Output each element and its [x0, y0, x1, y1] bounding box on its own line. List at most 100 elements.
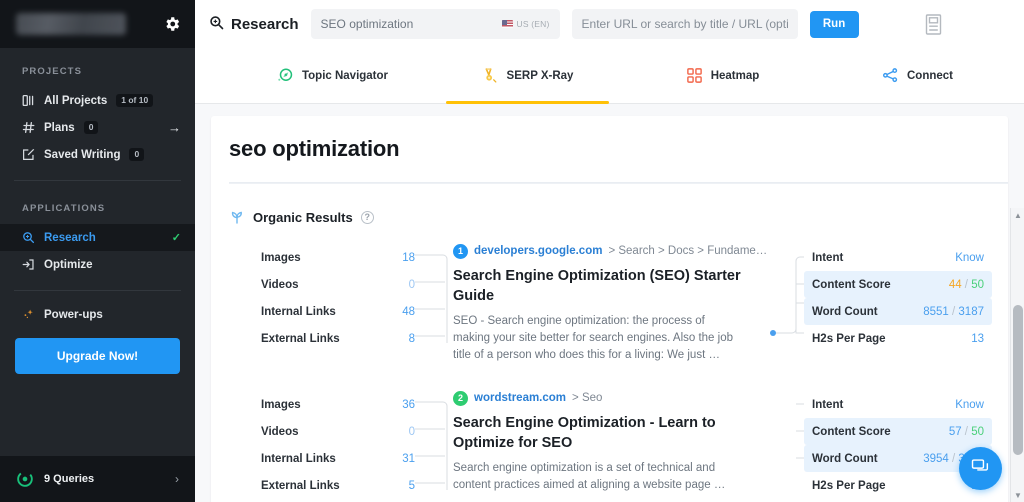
- article-layout-icon[interactable]: [925, 13, 942, 35]
- metric-row: H2s Per Page 13: [804, 325, 992, 352]
- metric-value: 48: [402, 305, 415, 318]
- word-count-value: 8551: [923, 305, 949, 318]
- metric-key: External Links: [261, 479, 340, 492]
- plans-arrow-icon[interactable]: →: [168, 121, 181, 134]
- optimize-export-icon: [22, 258, 35, 271]
- research-magnifier-icon: [22, 231, 35, 244]
- chevron-right-icon[interactable]: ›: [175, 472, 179, 486]
- metric-row: Content Score 44 / 50: [804, 271, 992, 298]
- page-title: Research: [209, 15, 299, 34]
- result-card: 2 wordstream.com > Seo Search Engine Opt…: [453, 388, 770, 494]
- metric-value: 13: [971, 332, 984, 345]
- result-breadcrumb: 2 wordstream.com > Seo: [453, 390, 770, 406]
- tab-topic-navigator[interactable]: Topic Navigator: [235, 48, 430, 103]
- tab-label: Connect: [907, 69, 953, 82]
- locale-selector[interactable]: US (EN): [501, 19, 550, 29]
- scrollbar-thumb[interactable]: [1013, 305, 1023, 455]
- sidebar: PROJECTS All Projects 1 of 10 Plans 0 → …: [0, 0, 195, 502]
- page-title-text: Research: [231, 15, 299, 33]
- right-connector-lines: [770, 388, 804, 502]
- metric-key: External Links: [261, 332, 340, 345]
- metric-key: Internal Links: [261, 452, 336, 465]
- left-metrics-panel: Images 36 Videos 0 Internal Links 31 Ext…: [219, 388, 415, 499]
- scroll-down-arrow-icon[interactable]: ▼: [1011, 488, 1024, 502]
- organic-results-header: Organic Results ?: [211, 183, 1008, 225]
- sidebar-item-label: All Projects: [44, 94, 108, 107]
- keyword-heading: seo optimization: [229, 136, 400, 161]
- sidebar-applications-label: APPLICATIONS: [22, 203, 106, 214]
- chat-bubble-icon: [971, 457, 990, 481]
- sidebar-item-label: Power-ups: [44, 308, 103, 321]
- sidebar-item-saved-writing[interactable]: Saved Writing 0: [0, 141, 195, 168]
- right-connector-lines: [770, 241, 804, 366]
- metric-row: Videos 0: [261, 418, 415, 445]
- sidebar-item-optimize[interactable]: Optimize: [0, 251, 195, 278]
- tab-serp-x-ray[interactable]: SERP X-Ray: [430, 48, 625, 104]
- result-row: Images 36 Videos 0 Internal Links 31 Ext…: [219, 388, 1000, 502]
- sidebar-divider-1: [14, 180, 181, 181]
- rank-badge: 2: [453, 390, 468, 406]
- scroll-up-arrow-icon[interactable]: ▲: [1011, 208, 1024, 222]
- tab-label: Topic Navigator: [301, 69, 389, 82]
- sidebar-item-label: Research: [44, 231, 96, 244]
- metric-row: Images 36: [261, 391, 415, 418]
- metric-row: Internal Links 48: [261, 298, 415, 325]
- result-card: 1 developers.google.com > Search > Docs …: [453, 241, 770, 364]
- app-root: PROJECTS All Projects 1 of 10 Plans 0 → …: [0, 0, 1024, 502]
- metric-key: H2s Per Page: [812, 479, 886, 492]
- metric-value: 36: [402, 398, 415, 411]
- sidebar-header: [0, 0, 195, 48]
- word-count-value: 3954: [923, 452, 949, 465]
- url-search-input[interactable]: Enter URL or search by title / URL (opti: [571, 9, 798, 39]
- metric-value: 8551 / 3187: [923, 305, 984, 318]
- metric-key: Videos: [261, 278, 299, 291]
- metric-value: 31: [402, 452, 415, 465]
- metric-key: Images: [261, 398, 301, 411]
- result-description: SEO - Search engine optimization: the pr…: [453, 315, 733, 361]
- result-title[interactable]: Search Engine Optimization (SEO) Starter…: [453, 266, 743, 306]
- result-path: > Seo: [572, 392, 603, 404]
- sidebar-footer-queries[interactable]: 9 Queries ›: [0, 456, 195, 502]
- metric-row: Intent Know: [804, 244, 992, 271]
- tab-label: Heatmap: [710, 69, 760, 82]
- url-search-placeholder: Enter URL or search by title / URL (opti: [581, 17, 788, 31]
- grid-squares-icon: [686, 67, 703, 84]
- sidebar-item-research[interactable]: Research ✓: [0, 224, 195, 251]
- plans-count-badge: 0: [83, 121, 99, 134]
- content-area: seo optimization Organic Results ? Image…: [195, 104, 1024, 502]
- metric-row: Internal Links 31: [261, 445, 415, 472]
- result-title[interactable]: Search Engine Optimization - Learn to Op…: [453, 413, 743, 453]
- tab-connect[interactable]: Connect: [820, 48, 1015, 103]
- left-connector-lines: [415, 388, 453, 502]
- sidebar-item-all-projects[interactable]: All Projects 1 of 10: [0, 87, 195, 114]
- content-score-value: 44: [948, 278, 962, 291]
- vertical-scrollbar[interactable]: ▲ ▼: [1010, 208, 1024, 502]
- upgrade-now-button[interactable]: Upgrade Now!: [15, 338, 180, 374]
- result-description: Search engine optimization is a set of t…: [453, 462, 726, 491]
- result-domain[interactable]: wordstream.com: [474, 390, 566, 406]
- gear-icon[interactable]: [163, 15, 181, 33]
- sidebar-item-label: Plans: [44, 121, 75, 134]
- saved-writing-count-badge: 0: [129, 148, 145, 161]
- sidebar-divider-2: [14, 290, 181, 291]
- compass-icon: [277, 67, 294, 84]
- metric-row: Word Count 8551 / 3187: [804, 298, 992, 325]
- tab-heatmap[interactable]: Heatmap: [625, 48, 820, 103]
- rank-badge: 1: [453, 243, 468, 259]
- sidebar-item-power-ups[interactable]: Power-ups: [0, 301, 195, 328]
- word-count-target: 3187: [958, 305, 984, 318]
- metric-row: Content Score 57 / 50: [804, 418, 992, 445]
- question-mark-icon[interactable]: ?: [360, 210, 374, 224]
- chat-support-button[interactable]: [959, 447, 1002, 490]
- keyword-search-input[interactable]: SEO optimization US (EN): [310, 9, 560, 39]
- result-breadcrumb: 1 developers.google.com > Search > Docs …: [453, 243, 770, 259]
- metric-key: Images: [261, 251, 301, 264]
- run-button[interactable]: Run: [809, 10, 859, 38]
- us-flag-icon: [501, 20, 513, 28]
- metric-row: Images 18: [261, 244, 415, 271]
- sidebar-item-plans[interactable]: Plans 0 →: [0, 114, 195, 141]
- workspace-name-redacted[interactable]: [16, 13, 126, 35]
- result-domain[interactable]: developers.google.com: [474, 243, 602, 259]
- metric-value: 44 / 50: [948, 278, 984, 291]
- metric-row: Videos 0: [261, 271, 415, 298]
